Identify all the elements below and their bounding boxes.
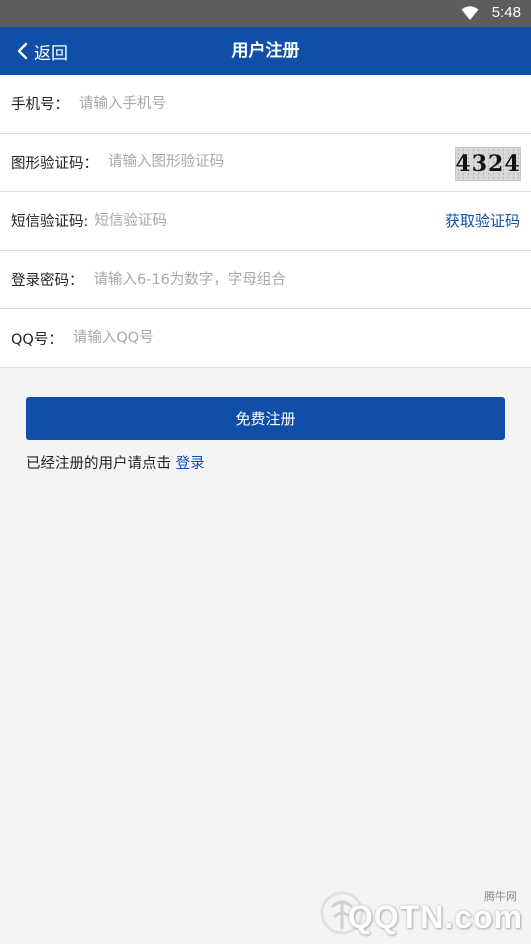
captcha-input[interactable] [108, 142, 441, 183]
watermark: 腾牛网 QQTN.com [317, 888, 527, 938]
qq-row: QQ号： [0, 309, 531, 368]
sms-label: 短信验证码: [11, 214, 89, 231]
sms-code-input[interactable] [94, 200, 431, 241]
watermark-en: QQTN.com [347, 899, 523, 935]
app-header: 返回 用户注册 [0, 27, 531, 75]
chevron-left-icon [17, 42, 28, 60]
captcha-label: 图形验证码： [11, 155, 98, 172]
qq-input[interactable] [72, 318, 531, 359]
page-title: 用户注册 [231, 41, 300, 61]
password-row: 登录密码： [0, 251, 531, 310]
captcha-image[interactable]: 4324 [455, 146, 521, 181]
password-input[interactable] [93, 259, 531, 300]
phone-input[interactable] [79, 83, 531, 124]
register-button[interactable]: 免费注册 [26, 397, 505, 440]
register-form: 手机号： 图形验证码： 4324 短信验证码: 获取验证码 登录密码： QQ号： [0, 75, 531, 368]
get-code-button[interactable]: 获取验证码 [445, 192, 520, 250]
phone-row: 手机号： [0, 75, 531, 134]
password-label: 登录密码： [11, 273, 84, 290]
captcha-row: 图形验证码： 4324 [0, 134, 531, 193]
captcha-text: 4324 [455, 150, 521, 177]
login-hint-text: 已经注册的用户请点击 [26, 456, 176, 472]
qq-label: QQ号： [11, 331, 63, 348]
phone-label: 手机号： [11, 97, 69, 114]
back-button[interactable]: 返回 [16, 27, 68, 75]
login-link[interactable]: 登录 [176, 456, 205, 472]
login-hint: 已经注册的用户请点击 登录 [26, 452, 205, 473]
back-label: 返回 [34, 43, 68, 64]
wifi-icon [461, 6, 479, 20]
status-bar: 5:48 [0, 0, 531, 27]
sms-row: 短信验证码: 获取验证码 [0, 192, 531, 251]
status-time: 5:48 [491, 4, 521, 21]
